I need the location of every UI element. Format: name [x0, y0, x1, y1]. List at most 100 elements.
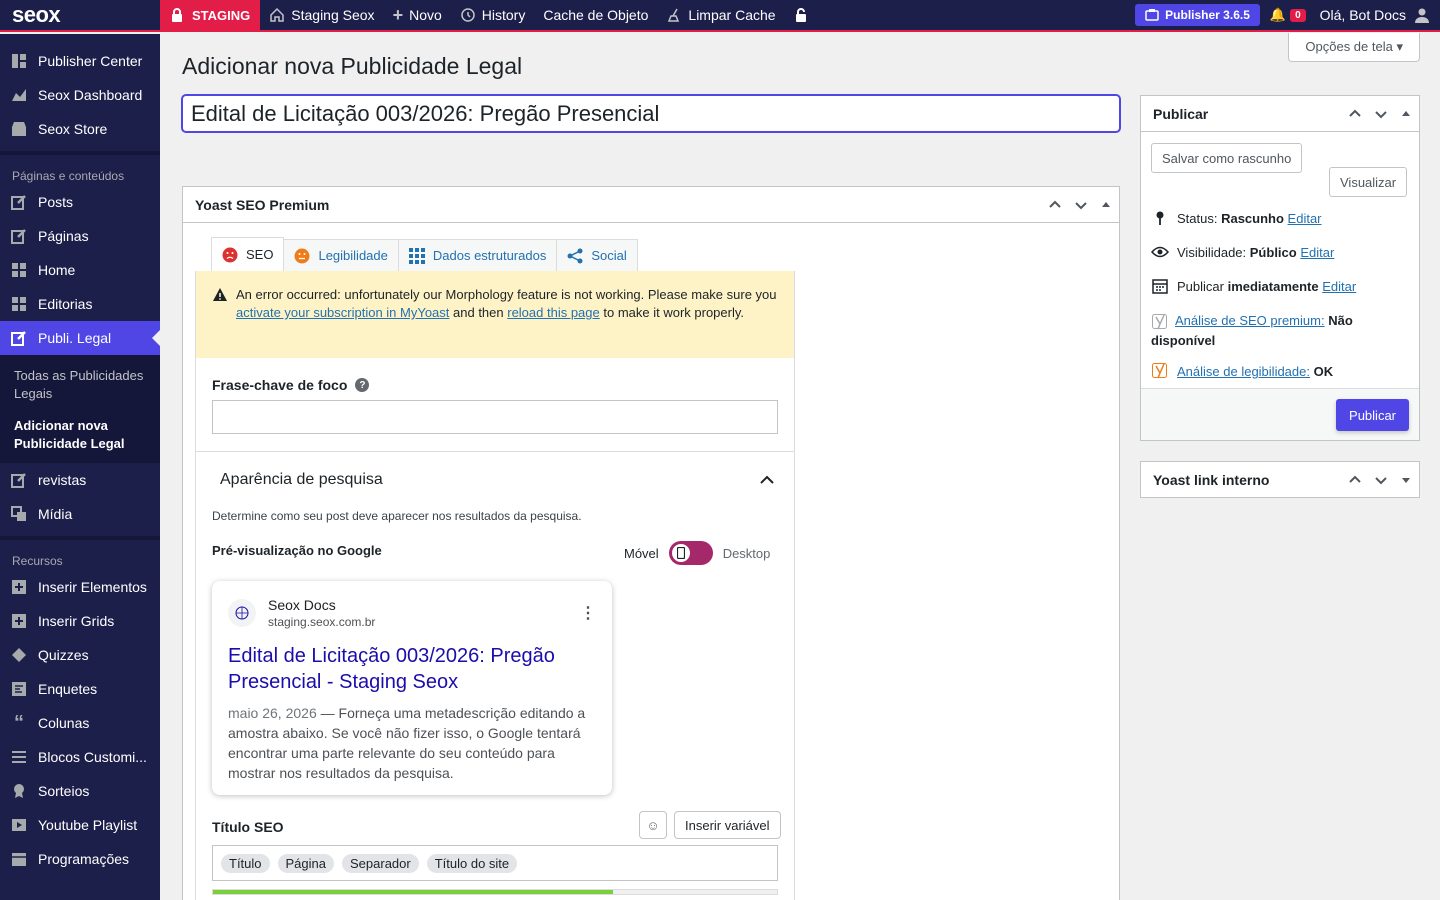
blocks-icon [10, 261, 28, 279]
sidebar-item-editorias[interactable]: Editorias [0, 287, 160, 321]
yoast-icon [1151, 362, 1169, 380]
publish-actions: Publicar [1141, 388, 1419, 440]
tab-dados-estruturados[interactable]: Dados estruturados [397, 239, 558, 271]
post-title-input[interactable] [182, 95, 1120, 132]
user-greeting[interactable]: Olá, Bot Docs [1320, 7, 1406, 23]
sidebar-item-programacoes[interactable]: Programações [0, 842, 160, 876]
edit-status-link[interactable]: Editar [1288, 211, 1322, 226]
yoast-tabs: SEO Legibilidade Dados estruturados Soci… [211, 237, 638, 271]
chevron-up-icon[interactable] [1349, 474, 1361, 486]
sidebar-item-quizzes[interactable]: Quizzes [0, 638, 160, 672]
sidebar-item-label: Seox Dashboard [38, 87, 143, 103]
variable-pill[interactable]: Título [221, 853, 270, 873]
toggle-triangle-icon[interactable] [1401, 109, 1411, 119]
focus-keyphrase-input[interactable] [212, 400, 778, 434]
sidebar-item-inserir-grids[interactable]: Inserir Grids [0, 604, 160, 638]
seo-title-field[interactable]: Título Página Separador Título do site [212, 845, 778, 881]
insert-variable-button[interactable]: Inserir variável [674, 811, 781, 839]
visibility-value: Público [1249, 245, 1297, 260]
new-menu[interactable]: + Novo [384, 0, 451, 31]
sidebar-item-midia[interactable]: Mídia [0, 497, 160, 531]
sidebar-item-colunas[interactable]: “ Colunas [0, 706, 160, 740]
help-icon[interactable]: ? [355, 378, 370, 392]
clear-cache-menu[interactable]: Limpar Cache [657, 0, 784, 31]
sidebar-item-youtube-playlist[interactable]: Youtube Playlist [0, 808, 160, 842]
variable-pill[interactable]: Separador [342, 853, 419, 873]
activate-subscription-link[interactable]: activate your subscription in MyYoast [236, 305, 449, 320]
site-menu[interactable]: Staging Seox [260, 0, 383, 31]
menu-heading-resources: Recursos [12, 554, 63, 568]
tab-label: Social [591, 248, 627, 263]
neutral-face-icon [294, 248, 310, 263]
google-preview-card[interactable]: Seox Docs staging.seox.com.br ⋮ Edital d… [212, 581, 612, 795]
object-cache-menu[interactable]: Cache de Objeto [534, 0, 657, 31]
sidebar-item-seox-store[interactable]: Seox Store [0, 112, 160, 146]
edit-schedule-link[interactable]: Editar [1322, 279, 1356, 294]
publisher-version-button[interactable]: Publisher 3.6.5 [1135, 4, 1260, 26]
bell-icon[interactable]: 🔔 [1270, 7, 1286, 23]
search-appearance-title[interactable]: Aparência de pesquisa [220, 471, 383, 489]
preview-mode-toggle[interactable] [668, 541, 713, 565]
chevron-down-icon[interactable] [1375, 108, 1387, 120]
submenu-add-new-legal[interactable]: Adicionar nova Publicidade Legal [0, 413, 160, 457]
sidebar-item-label: Publi. Legal [38, 330, 112, 346]
chevron-down-icon[interactable] [1375, 474, 1387, 486]
menu-separator [0, 146, 160, 155]
chevron-up-icon[interactable] [1349, 108, 1361, 120]
sidebar-item-blocos[interactable]: Blocos Customi... [0, 740, 160, 774]
unlock-icon [795, 8, 806, 22]
tab-seo[interactable]: SEO [211, 237, 285, 271]
edit-visibility-link[interactable]: Editar [1300, 245, 1334, 260]
sidebar-item-enquetes[interactable]: Enquetes [0, 672, 160, 706]
sidebar-item-inserir-elementos[interactable]: Inserir Elementos [0, 570, 160, 604]
google-site-url: staging.seox.com.br [268, 615, 376, 629]
variable-pill[interactable]: Página [277, 853, 334, 873]
history-menu[interactable]: History [451, 0, 535, 31]
chevron-up-icon[interactable] [1049, 199, 1061, 211]
seox-logo[interactable]: seox [0, 0, 160, 31]
warning-icon [213, 288, 227, 301]
toggle-triangle-icon[interactable] [1101, 200, 1111, 210]
save-draft-button[interactable]: Salvar como rascunho [1151, 143, 1303, 173]
sidebar-item-seox-dashboard[interactable]: Seox Dashboard [0, 78, 160, 112]
sidebar-item-publi-legal[interactable]: Publi. Legal [0, 321, 160, 355]
sidebar-item-publisher-center[interactable]: Publisher Center [0, 44, 160, 78]
tab-social[interactable]: Social [556, 239, 638, 271]
submenu-all-legal[interactable]: Todas as Publicidades Legais [0, 363, 160, 407]
new-label: Novo [409, 7, 442, 23]
history-label: History [481, 7, 526, 23]
visibility-label: Visibilidade: [1177, 245, 1250, 260]
toggle-triangle-icon[interactable] [1401, 475, 1411, 485]
sidebar-item-paginas[interactable]: Páginas [0, 219, 160, 253]
phone-icon [671, 544, 690, 562]
chevron-down-icon[interactable] [1075, 199, 1087, 211]
poll-icon [10, 680, 28, 698]
unlock-menu[interactable] [785, 0, 817, 31]
edit-icon [10, 193, 28, 211]
sidebar-item-sorteios[interactable]: Sorteios [0, 774, 160, 808]
sidebar-item-home[interactable]: Home [0, 253, 160, 287]
focus-keyphrase-label-row: Frase-chave de foco ? [212, 377, 370, 393]
calendar-icon [1151, 277, 1169, 295]
chevron-up-icon[interactable] [760, 475, 774, 485]
publish-button[interactable]: Publicar [1336, 399, 1409, 431]
admin-bar: seox STAGING Staging Seox + Novo History… [0, 0, 1440, 32]
plus-box-icon [10, 578, 28, 596]
edit-icon [10, 227, 28, 245]
variable-pill[interactable]: Título do site [426, 853, 518, 873]
reload-page-link[interactable]: reload this page [507, 305, 600, 320]
notification-count[interactable]: 0 [1290, 8, 1306, 22]
user-avatar-icon[interactable] [1414, 7, 1430, 23]
desktop-label: Desktop [722, 545, 771, 561]
plus-icon: + [392, 4, 404, 25]
sidebar-item-posts[interactable]: Posts [0, 185, 160, 219]
preview-button[interactable]: Visualizar [1329, 167, 1408, 197]
screen-options-label: Opções de tela [1305, 39, 1393, 54]
readability-link[interactable]: Análise de legibilidade: [1177, 364, 1310, 379]
sidebar-item-revistas[interactable]: revistas [0, 463, 160, 497]
screen-options-button[interactable]: Opções de tela ▾ [1288, 33, 1420, 62]
seo-analysis-link[interactable]: Análise de SEO premium: [1175, 313, 1325, 328]
tab-legibilidade[interactable]: Legibilidade [283, 239, 399, 271]
staging-badge[interactable]: STAGING [160, 0, 261, 31]
emoji-picker-button[interactable]: ☺ [639, 811, 667, 839]
